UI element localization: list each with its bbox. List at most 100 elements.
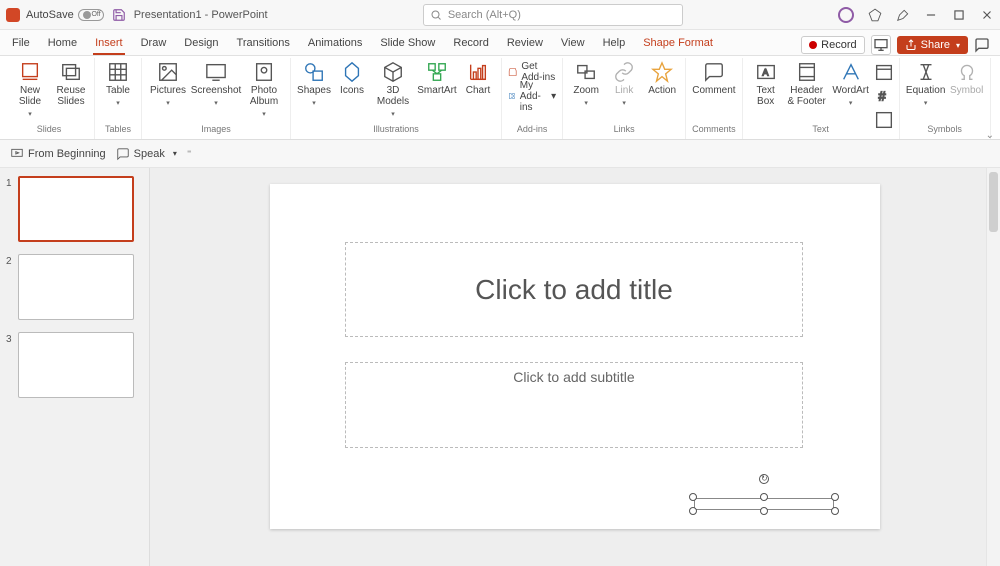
3d-models-button[interactable]: 3D Models▾ — [373, 58, 413, 120]
reuse-slides-button[interactable]: Reuse Slides — [54, 58, 88, 107]
search-icon — [430, 9, 442, 21]
equation-icon — [915, 61, 937, 83]
tab-slideshow[interactable]: Slide Show — [378, 33, 437, 55]
tab-transitions[interactable]: Transitions — [235, 33, 292, 55]
autosave-label: AutoSave — [26, 9, 74, 21]
zoom-button[interactable]: Zoom▾ — [569, 58, 603, 109]
new-slide-button[interactable]: New Slide▾ — [10, 58, 50, 120]
svg-text:A: A — [762, 68, 769, 78]
vertical-scrollbar[interactable] — [986, 168, 1000, 566]
icons-icon — [341, 61, 363, 83]
resize-handle-n[interactable] — [760, 493, 768, 501]
selected-shape[interactable] — [694, 498, 834, 510]
tab-help[interactable]: Help — [601, 33, 628, 55]
group-comments-label: Comments — [692, 124, 736, 136]
tab-record[interactable]: Record — [451, 33, 490, 55]
group-illustrations-label: Illustrations — [373, 124, 419, 136]
thumb-number-2: 2 — [6, 254, 18, 267]
equation-button[interactable]: Equation▾ — [906, 58, 946, 109]
symbol-button[interactable]: Symbol — [950, 58, 984, 96]
diamond-icon[interactable] — [868, 8, 882, 22]
close-icon[interactable] — [980, 8, 994, 22]
resize-handle-ne[interactable] — [831, 493, 839, 501]
header-footer-button[interactable]: Header & Footer — [787, 58, 827, 107]
chart-button[interactable]: Chart — [461, 58, 495, 96]
avatar[interactable] — [838, 7, 854, 23]
date-icon — [873, 61, 895, 83]
slide-thumb-1[interactable] — [18, 176, 134, 242]
icons-button[interactable]: Icons — [335, 58, 369, 96]
pictures-button[interactable]: Pictures▾ — [148, 58, 188, 109]
resize-handle-sw[interactable] — [689, 507, 697, 515]
store-icon — [508, 65, 517, 79]
photo-album-icon — [253, 61, 275, 83]
puzzle-icon — [508, 89, 516, 103]
share-button[interactable]: Share▾ — [897, 36, 968, 54]
group-text: A Text Box Header & Footer WordArt▾ # Te… — [743, 58, 900, 139]
slide[interactable]: Click to add title Click to add subtitle — [270, 184, 880, 529]
group-tables-label: Tables — [105, 124, 131, 136]
minimize-icon[interactable] — [924, 8, 938, 22]
group-links-label: Links — [614, 124, 635, 136]
from-beginning-button[interactable]: From Beginning — [10, 147, 106, 161]
action-button[interactable]: Action — [645, 58, 679, 96]
title-placeholder[interactable]: Click to add title — [345, 242, 803, 337]
smartart-button[interactable]: SmartArt — [417, 58, 457, 96]
group-comments: Comment Comments — [686, 58, 743, 139]
comment-icon — [703, 61, 725, 83]
link-button[interactable]: Link▾ — [607, 58, 641, 109]
rotate-handle[interactable] — [759, 474, 769, 484]
from-beginning-icon — [10, 147, 24, 161]
subtitle-placeholder[interactable]: Click to add subtitle — [345, 362, 803, 448]
tab-design[interactable]: Design — [182, 33, 220, 55]
tab-draw[interactable]: Draw — [139, 33, 169, 55]
header-footer-icon — [796, 61, 818, 83]
qat-overflow-icon[interactable]: ⁼ — [187, 148, 192, 159]
tab-review[interactable]: Review — [505, 33, 545, 55]
tab-shapeformat[interactable]: Shape Format — [641, 33, 715, 55]
window-title: Presentation1 - PowerPoint — [134, 9, 268, 21]
shapes-button[interactable]: Shapes▾ — [297, 58, 331, 109]
resize-handle-s[interactable] — [760, 507, 768, 515]
tab-animations[interactable]: Animations — [306, 33, 364, 55]
record-button[interactable]: Record — [801, 36, 864, 54]
group-images-label: Images — [201, 124, 231, 136]
tab-insert[interactable]: Insert — [93, 33, 125, 55]
shapes-icon — [303, 61, 325, 83]
wordart-icon — [840, 61, 862, 83]
tab-file[interactable]: File — [10, 33, 32, 55]
thumb-number-1: 1 — [6, 176, 18, 189]
slide-thumb-3[interactable] — [18, 332, 134, 398]
table-button[interactable]: Table▾ — [101, 58, 135, 109]
slide-canvas-area[interactable]: Click to add title Click to add subtitle — [150, 168, 1000, 566]
autosave-toggle[interactable]: Off — [78, 9, 104, 21]
screenshot-button[interactable]: Screenshot▾ — [192, 58, 240, 109]
textbox-button[interactable]: A Text Box — [749, 58, 783, 107]
scroll-thumb[interactable] — [989, 172, 998, 232]
maximize-icon[interactable] — [952, 8, 966, 22]
tab-home[interactable]: Home — [46, 33, 79, 55]
save-icon[interactable] — [112, 8, 126, 22]
search-input[interactable]: Search (Alt+Q) — [423, 4, 683, 26]
text-more-button[interactable]: # — [875, 58, 893, 131]
tab-view[interactable]: View — [559, 33, 587, 55]
thumb-number-3: 3 — [6, 332, 18, 345]
slide-thumb-2[interactable] — [18, 254, 134, 320]
slide-thumbnail-pane: 1 2 3 — [0, 168, 150, 566]
present-button[interactable] — [871, 35, 891, 55]
pen-icon[interactable] — [896, 8, 910, 22]
table-icon — [107, 61, 129, 83]
resize-handle-se[interactable] — [831, 507, 839, 515]
group-tables: Table▾ Tables — [95, 58, 142, 139]
comments-pane-icon[interactable] — [974, 37, 990, 53]
photo-album-button[interactable]: Photo Album▾ — [244, 58, 284, 120]
my-addins-button[interactable]: My Add-ins ▾ — [508, 86, 556, 106]
share-icon — [905, 39, 917, 51]
comment-button[interactable]: Comment — [694, 58, 734, 96]
chart-icon — [467, 61, 489, 83]
reuse-slides-icon — [60, 61, 82, 83]
group-addins-label: Add-ins — [517, 124, 548, 136]
wordart-button[interactable]: WordArt▾ — [831, 58, 871, 109]
resize-handle-nw[interactable] — [689, 493, 697, 501]
speak-button[interactable]: Speak▾ — [116, 147, 177, 161]
